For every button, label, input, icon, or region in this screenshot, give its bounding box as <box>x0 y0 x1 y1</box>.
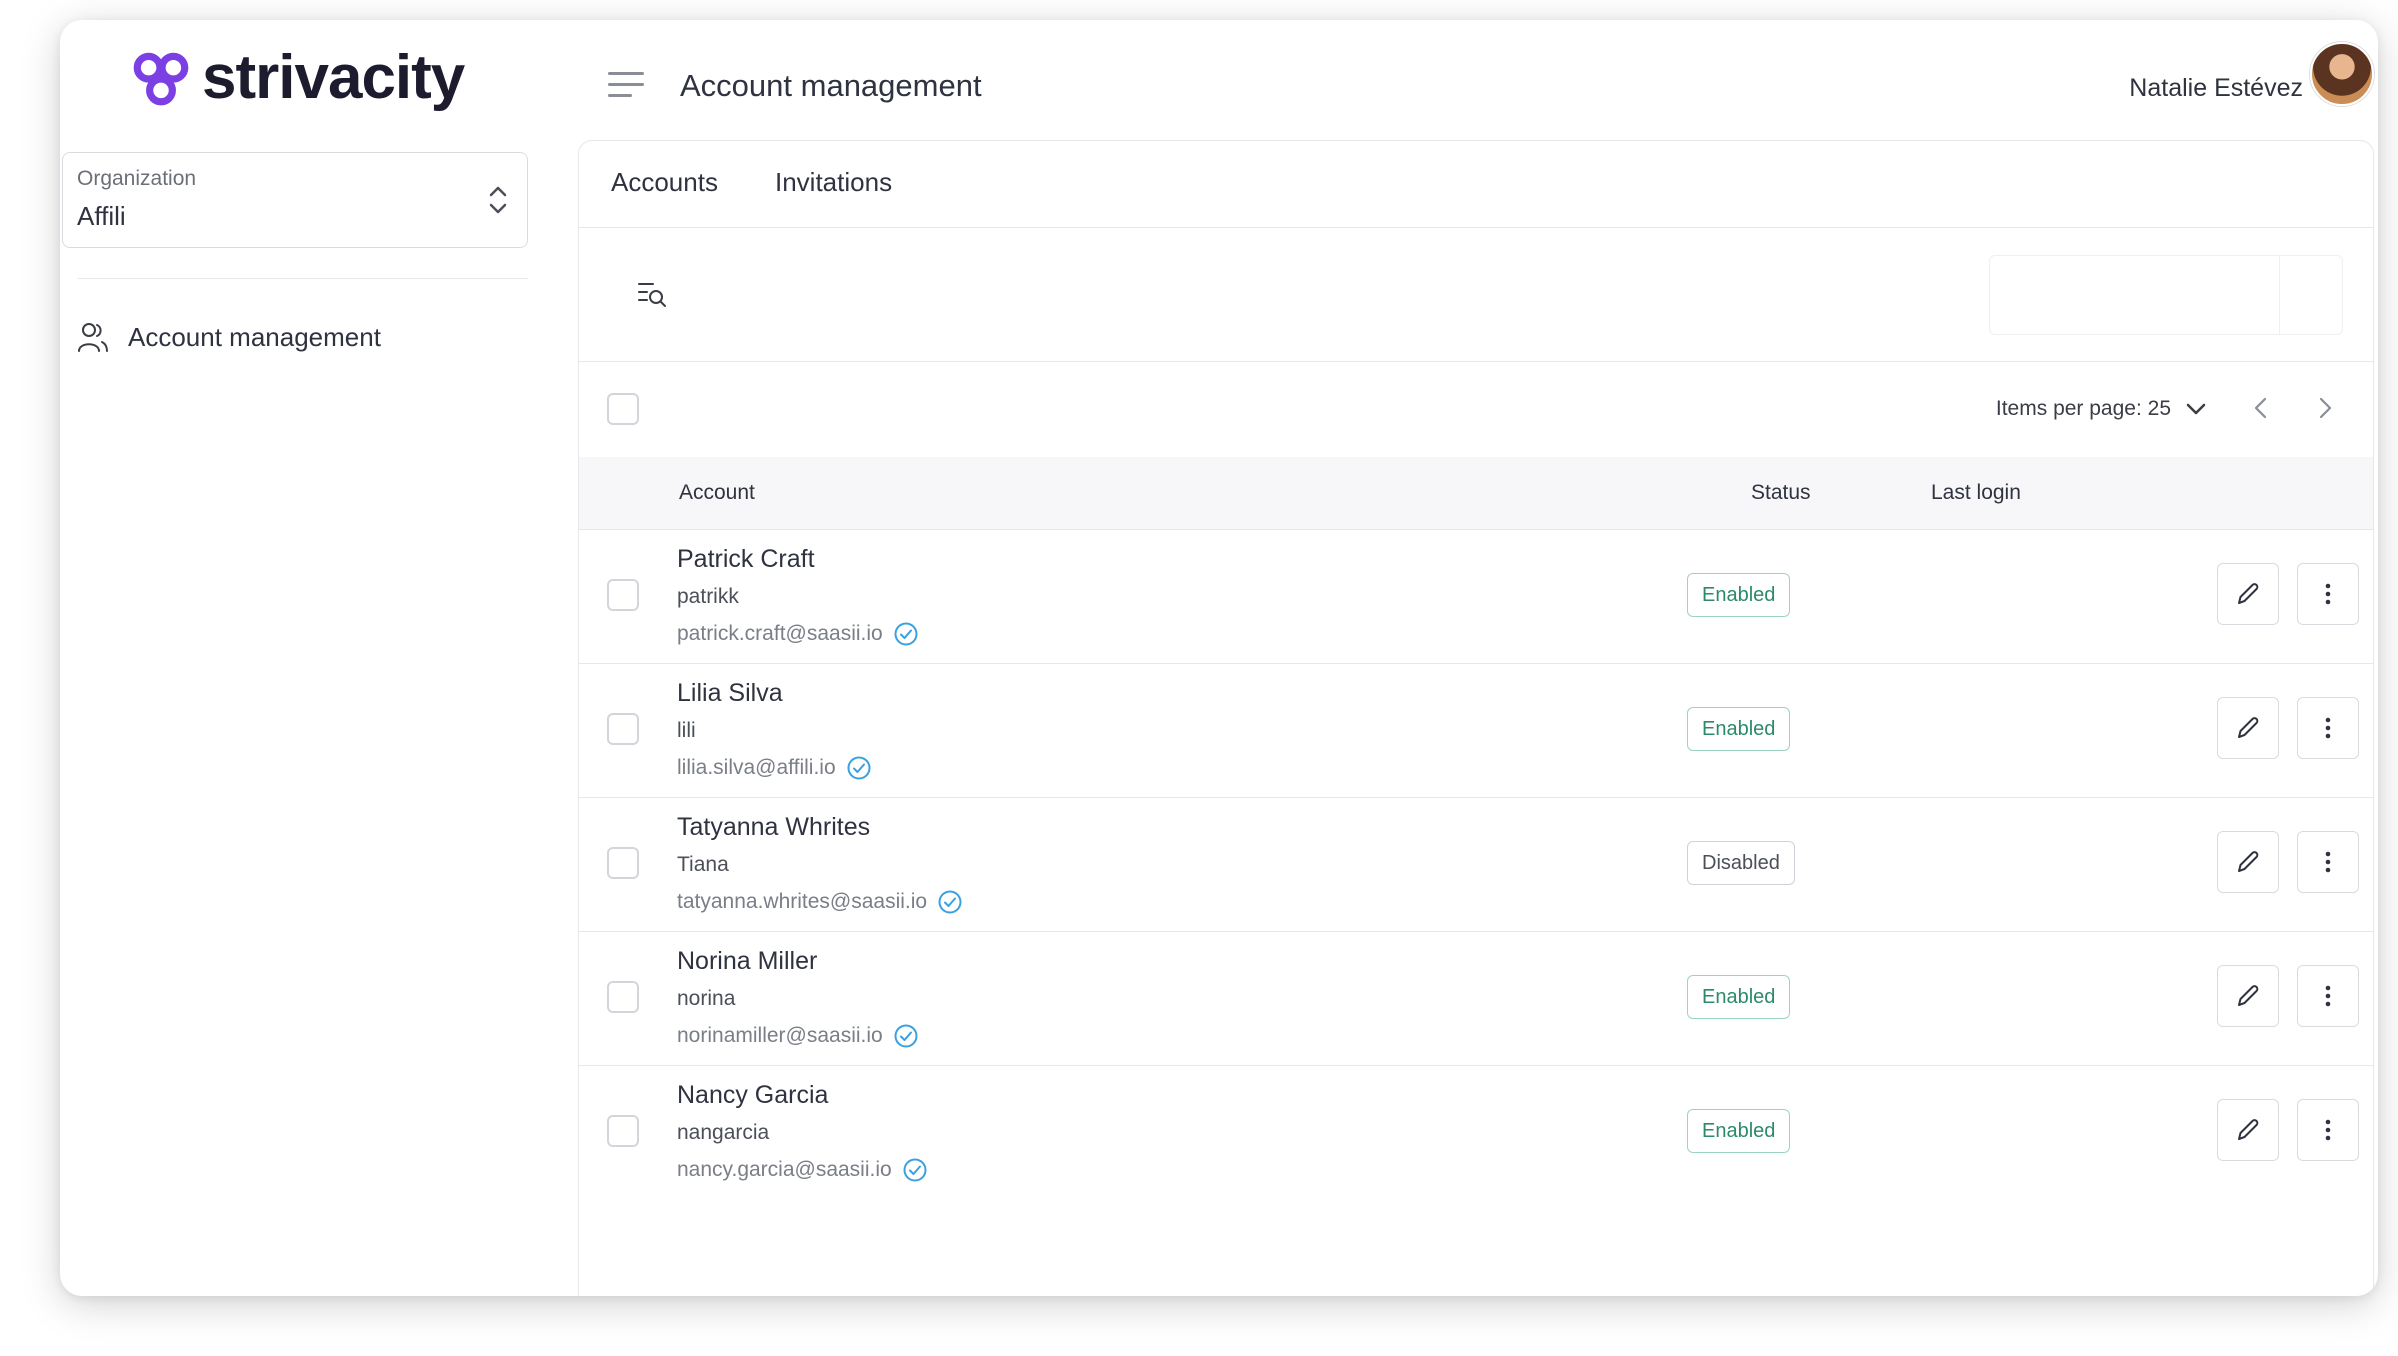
account-email-text: norinamiller@saasii.io <box>677 1024 883 1047</box>
more-options-button[interactable] <box>2297 965 2359 1027</box>
account-name[interactable]: Nancy Garcia <box>677 1081 828 1110</box>
kebab-menu-icon <box>2325 717 2331 739</box>
search-divider <box>2279 256 2280 334</box>
table-row[interactable]: Lilia Silva lili lilia.silva@affili.io E… <box>579 663 2373 798</box>
edit-button[interactable] <box>2217 563 2279 625</box>
account-name[interactable]: Lilia Silva <box>677 679 783 708</box>
chevron-up-down-icon <box>489 186 507 214</box>
account-email-text: tatyanna.whrites@saasii.io <box>677 890 928 913</box>
edit-button[interactable] <box>2217 965 2279 1027</box>
items-per-page-select[interactable]: Items per page: 25 <box>1996 397 2207 421</box>
tab-invitations[interactable]: Invitations <box>775 167 892 198</box>
verified-icon <box>847 756 871 780</box>
edit-button[interactable] <box>2217 831 2279 893</box>
kebab-menu-icon <box>2325 583 2331 605</box>
chevron-down-icon <box>2186 403 2206 415</box>
more-options-button[interactable] <box>2297 831 2359 893</box>
organization-value: Affili <box>77 201 126 231</box>
account-email: lilia.silva@affili.io <box>677 755 872 781</box>
kebab-menu-icon <box>2325 851 2331 873</box>
row-checkbox[interactable] <box>607 847 639 879</box>
pencil-icon <box>2238 985 2259 1006</box>
status-badge: Enabled <box>1687 1109 1791 1153</box>
account-email-text: lilia.silva@affili.io <box>677 756 836 779</box>
strivacity-logo-icon <box>133 52 189 105</box>
row-checkbox[interactable] <box>607 1115 639 1147</box>
app-window: strivacity Account management Natalie Es… <box>60 20 2378 1296</box>
user-avatar[interactable] <box>2310 42 2374 106</box>
menu-toggle-icon[interactable] <box>608 72 644 102</box>
user-name[interactable]: Natalie Estévez <box>2129 74 2303 103</box>
verified-icon <box>903 1158 927 1182</box>
table-row[interactable]: Nancy Garcia nangarcia nancy.garcia@saas… <box>579 1065 2373 1199</box>
chevron-left-icon[interactable] <box>2249 395 2273 421</box>
toolbar <box>579 227 2373 362</box>
row-checkbox[interactable] <box>607 713 639 745</box>
account-username: norina <box>677 987 736 1010</box>
filter-search-icon[interactable] <box>637 279 669 309</box>
pencil-icon <box>2238 717 2259 738</box>
row-checkbox[interactable] <box>607 981 639 1013</box>
tab-accounts[interactable]: Accounts <box>611 167 718 198</box>
sidebar-item-account-management[interactable]: Account management <box>76 320 381 354</box>
sidebar-item-label: Account management <box>128 321 381 352</box>
column-header-last-login[interactable]: Last login <box>1931 481 2021 505</box>
verified-icon <box>938 890 962 914</box>
more-options-button[interactable] <box>2297 563 2359 625</box>
organization-select[interactable]: Organization Affili <box>62 152 528 248</box>
column-header-account[interactable]: Account <box>679 481 755 505</box>
account-name[interactable]: Patrick Craft <box>677 545 815 574</box>
account-email: patrick.craft@saasii.io <box>677 621 919 647</box>
users-icon <box>78 323 108 352</box>
account-email: nancy.garcia@saasii.io <box>677 1157 928 1183</box>
account-email-text: patrick.craft@saasii.io <box>677 622 883 645</box>
logo-text: strivacity <box>202 43 465 112</box>
verified-icon <box>894 1024 918 1048</box>
kebab-menu-icon <box>2325 1119 2331 1141</box>
row-checkbox[interactable] <box>607 579 639 611</box>
kebab-menu-icon <box>2325 985 2331 1007</box>
table-header: Account Status Last login <box>579 457 2373 530</box>
table-row[interactable]: Patrick Craft patrikk patrick.craft@saas… <box>579 529 2373 664</box>
bulk-action-bar: Items per page: 25 <box>579 361 2373 458</box>
tab-bar: Accounts Invitations <box>579 141 2373 228</box>
items-per-page-label: Items per page: 25 <box>1995 397 2171 420</box>
status-badge: Enabled <box>1687 573 1791 617</box>
status-badge: Disabled <box>1687 841 1795 885</box>
account-name[interactable]: Tatyanna Whrites <box>677 813 870 842</box>
chevron-right-icon[interactable] <box>2313 395 2337 421</box>
account-username: nangarcia <box>677 1121 770 1144</box>
account-name[interactable]: Norina Miller <box>677 947 817 976</box>
table-row[interactable]: Tatyanna Whrites Tiana tatyanna.whrites@… <box>579 797 2373 932</box>
account-email-text: nancy.garcia@saasii.io <box>677 1158 892 1181</box>
edit-button[interactable] <box>2217 1099 2279 1161</box>
column-header-status[interactable]: Status <box>1751 481 1811 505</box>
page-title: Account management <box>680 68 982 103</box>
strivacity-logo[interactable]: strivacity <box>128 42 465 113</box>
edit-button[interactable] <box>2217 697 2279 759</box>
table-row[interactable]: Norina Miller norina norinamiller@saasii… <box>579 931 2373 1066</box>
pencil-icon <box>2238 851 2259 872</box>
status-badge: Enabled <box>1687 975 1791 1019</box>
account-email: tatyanna.whrites@saasii.io <box>677 889 963 915</box>
verified-icon <box>894 622 918 646</box>
status-badge: Enabled <box>1687 707 1791 751</box>
search-input[interactable] <box>1990 256 2278 332</box>
account-username: lili <box>677 719 696 742</box>
account-username: patrikk <box>677 585 739 608</box>
pencil-icon <box>2238 1119 2259 1140</box>
more-options-button[interactable] <box>2297 1099 2359 1161</box>
pencil-icon <box>2238 583 2259 604</box>
search-box <box>1989 255 2343 335</box>
account-username: Tiana <box>677 853 729 876</box>
main-panel: Accounts Invitations Items per page: 25 … <box>578 140 2374 1296</box>
organization-label: Organization <box>77 167 197 190</box>
select-all-checkbox[interactable] <box>607 393 639 425</box>
sidebar-divider <box>78 278 528 279</box>
account-email: norinamiller@saasii.io <box>677 1023 919 1049</box>
more-options-button[interactable] <box>2297 697 2359 759</box>
